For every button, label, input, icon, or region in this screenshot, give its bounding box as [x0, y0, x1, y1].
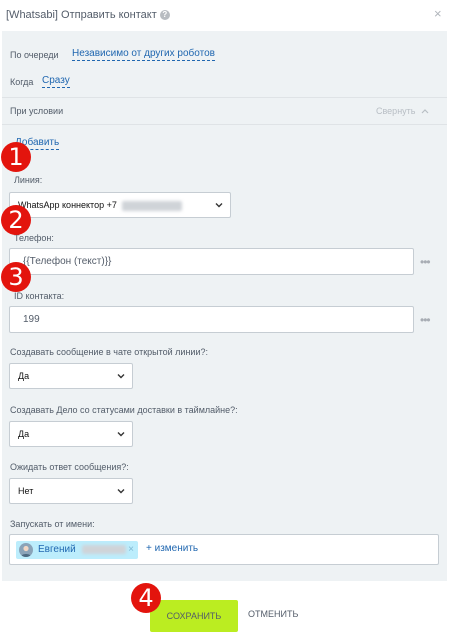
create-task-value: Да — [18, 429, 30, 439]
create-message-label: Создавать сообщение в чате открытой лини… — [10, 347, 208, 357]
dialog-title-text: [Whatsabi] Отправить контакт — [6, 9, 157, 21]
divider — [2, 124, 447, 125]
collapse-label: Свернуть — [376, 106, 416, 116]
user-name: Евгений — [38, 544, 76, 555]
remove-user-icon[interactable]: × — [128, 541, 134, 559]
help-icon[interactable]: ? — [159, 10, 170, 20]
annotation-badge-3: 3 — [1, 262, 31, 292]
queue-label: По очереди — [10, 50, 59, 60]
contact-input[interactable]: 199 — [9, 306, 414, 333]
phone-label: Телефон: — [14, 233, 54, 243]
redacted-surname — [82, 544, 127, 554]
chevron-up-icon — [421, 109, 429, 114]
save-button[interactable]: СОХРАНИТЬ — [150, 600, 238, 632]
create-task-select[interactable]: Да — [9, 421, 133, 447]
robot-settings-dialog: [Whatsabi] Отправить контакт? × По очере… — [0, 0, 451, 641]
user-chip[interactable]: Евгений × — [16, 541, 138, 559]
wait-reply-select[interactable]: Нет — [9, 478, 133, 504]
change-user-link[interactable]: + изменить — [146, 543, 198, 554]
wait-reply-value: Нет — [18, 486, 34, 496]
annotation-badge-4: 4 — [131, 583, 161, 613]
cancel-button[interactable]: ОТМЕНИТЬ — [248, 609, 298, 619]
more-icon[interactable]: ••• — [420, 255, 431, 269]
create-message-value: Да — [18, 371, 30, 381]
create-message-select[interactable]: Да — [9, 363, 133, 389]
annotation-badge-2: 2 — [1, 205, 31, 235]
avatar — [19, 543, 33, 557]
divider — [2, 97, 447, 98]
when-value-link[interactable]: Сразу — [42, 75, 70, 88]
create-task-label: Создавать Дело со статусами доставки в т… — [10, 405, 238, 415]
run-as-field[interactable]: Евгений × + изменить — [9, 534, 439, 565]
queue-value-link[interactable]: Независимо от других роботов — [72, 48, 215, 61]
close-icon[interactable]: × — [434, 6, 442, 21]
redacted-phone — [122, 200, 183, 211]
chevron-down-icon — [117, 374, 125, 379]
user-icon — [21, 545, 31, 557]
wait-reply-label: Ожидать ответ сообщения?: — [10, 462, 129, 472]
run-as-label: Запускать от имени: — [10, 519, 95, 529]
when-label: Когда — [10, 77, 34, 87]
annotation-badge-1: 1 — [1, 142, 31, 172]
line-select-value: WhatsApp коннектор +7 — [18, 200, 117, 210]
condition-label: При условии — [10, 106, 64, 116]
line-select[interactable]: WhatsApp коннектор +7 — [9, 192, 231, 218]
chevron-down-icon — [117, 489, 125, 494]
dialog-title: [Whatsabi] Отправить контакт? — [6, 9, 170, 21]
chevron-down-icon — [117, 432, 125, 437]
contact-label: ID контакта: — [14, 291, 65, 301]
more-icon[interactable]: ••• — [420, 313, 431, 327]
collapse-toggle[interactable]: Свернуть — [376, 106, 429, 116]
chevron-down-icon — [215, 203, 223, 208]
line-label: Линия: — [14, 175, 43, 185]
phone-input[interactable]: {{Телефон (текст)}} — [9, 248, 414, 275]
